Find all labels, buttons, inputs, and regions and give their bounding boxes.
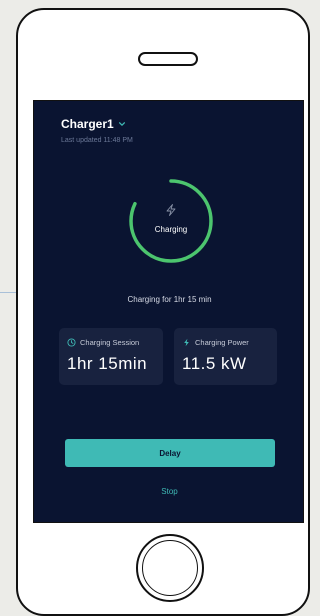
session-value: 1hr 15min [67, 354, 148, 373]
progress-ring [129, 179, 213, 263]
card-header: Charging Power [182, 338, 269, 347]
home-button-inner-ring [142, 540, 198, 596]
charger-selector[interactable]: Charger1 [61, 117, 126, 131]
charger-name: Charger1 [61, 117, 114, 131]
lightning-bolt-icon [184, 338, 189, 347]
charging-status-ring: Charging [126, 176, 216, 266]
chevron-down-icon [118, 122, 125, 126]
session-label: Charging Session [80, 338, 140, 347]
clock-icon [67, 338, 76, 347]
delay-button[interactable]: Delay [65, 439, 275, 467]
charging-duration-text: Charging for 1hr 15 min [127, 295, 212, 304]
charging-status-label: Charging [154, 225, 188, 234]
last-updated-text: Last updated 11:48 PM [61, 137, 133, 144]
charging-session-card: Charging Session 1hr 15min [59, 328, 163, 385]
power-value: 11.5 kW [182, 354, 247, 373]
app-screen: Charger1 Last updated 11:48 PM Charging … [33, 100, 304, 523]
stop-button[interactable]: Stop [34, 487, 303, 496]
phone-frame: Charger1 Last updated 11:48 PM Charging … [16, 8, 310, 616]
card-header: Charging Session [67, 338, 155, 347]
phone-speaker [138, 52, 198, 66]
charging-power-card: Charging Power 11.5 kW [174, 328, 277, 385]
power-label: Charging Power [195, 338, 249, 347]
progress-ring-arc [129, 179, 213, 263]
lightning-bolt-outline-icon [166, 204, 176, 216]
phone-home-button [136, 534, 204, 602]
